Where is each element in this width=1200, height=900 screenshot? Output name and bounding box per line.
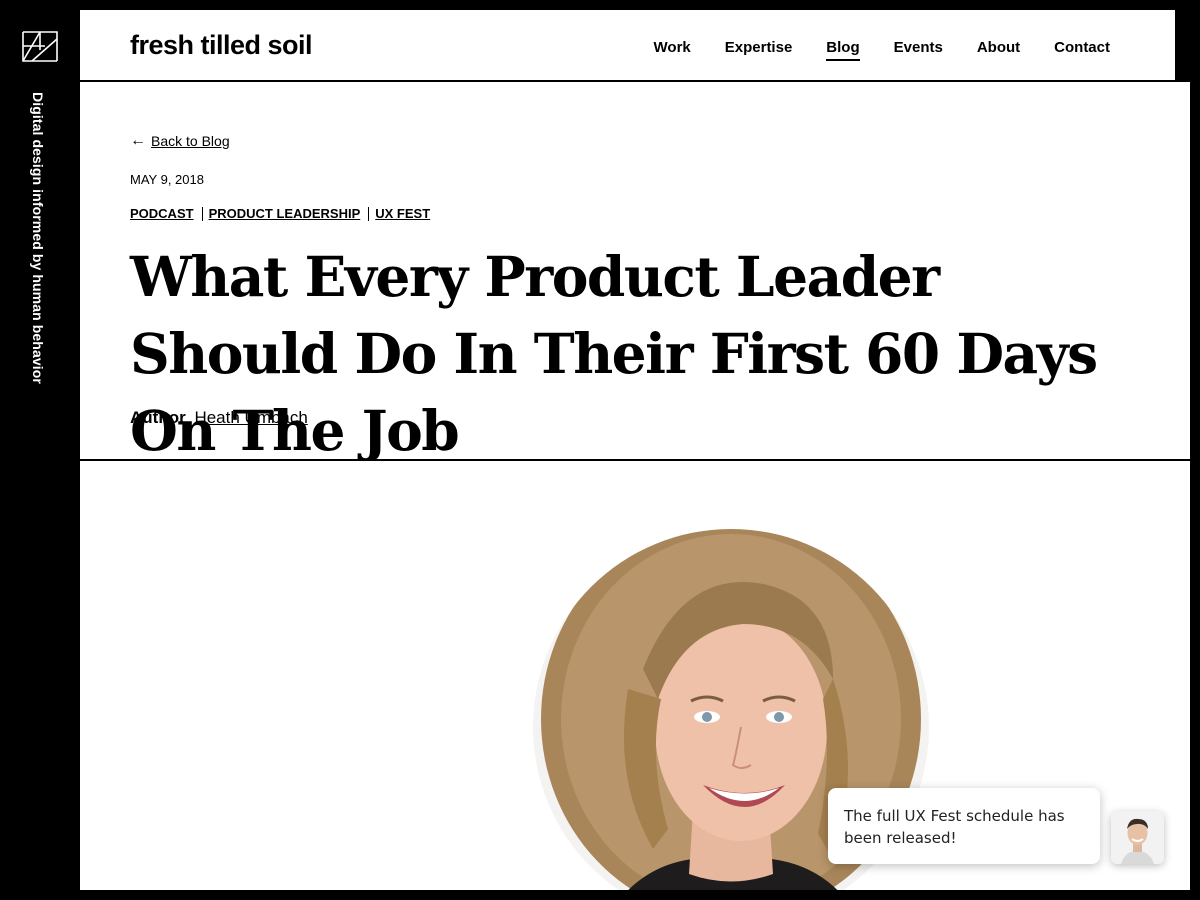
- tag-list: PODCAST PRODUCT LEADERSHIP UX FEST: [130, 206, 430, 221]
- tagline: Digital design informed by human behavio…: [30, 92, 46, 384]
- nav-item-blog[interactable]: Blog: [826, 39, 860, 61]
- nav-item-contact[interactable]: Contact: [1054, 39, 1110, 61]
- arrow-left-icon: ←: [130, 132, 146, 149]
- site-header: fresh tilled soil Work Expertise Blog Ev…: [80, 10, 1175, 80]
- chat-message-text: The full UX Fest schedule has been relea…: [844, 807, 1065, 847]
- tag-separator: [201, 206, 203, 221]
- chat-message-popup[interactable]: The full UX Fest schedule has been relea…: [828, 788, 1100, 864]
- nav-item-expertise[interactable]: Expertise: [725, 39, 793, 61]
- author-line: Author Heath Umbach: [130, 408, 308, 428]
- back-to-blog-link[interactable]: ← Back to Blog: [130, 132, 230, 150]
- chat-avatar[interactable]: [1111, 811, 1164, 864]
- nav-item-work[interactable]: Work: [654, 39, 691, 61]
- author-link[interactable]: Heath Umbach: [194, 408, 307, 427]
- article-title: What Every Product Leader Should Do In T…: [130, 244, 1098, 463]
- logo-icon[interactable]: [20, 24, 60, 64]
- article-header: ← Back to Blog MAY 9, 2018 PODCAST PRODU…: [80, 82, 1190, 463]
- back-label: Back to Blog: [151, 133, 230, 149]
- tag-ux-fest[interactable]: UX FEST: [375, 206, 430, 221]
- tag-separator: [368, 206, 370, 221]
- main-nav: Work Expertise Blog Events About Contact: [620, 39, 1110, 61]
- tag-product-leadership[interactable]: PRODUCT LEADERSHIP: [209, 206, 361, 221]
- publish-date: MAY 9, 2018: [130, 172, 204, 187]
- nav-item-events[interactable]: Events: [894, 39, 943, 61]
- tag-podcast[interactable]: PODCAST: [130, 206, 194, 221]
- brand-logo-text[interactable]: fresh tilled soil: [130, 30, 313, 61]
- nav-item-about[interactable]: About: [977, 39, 1020, 61]
- left-rail: Digital design informed by human behavio…: [0, 0, 80, 900]
- author-label: Author: [130, 408, 186, 427]
